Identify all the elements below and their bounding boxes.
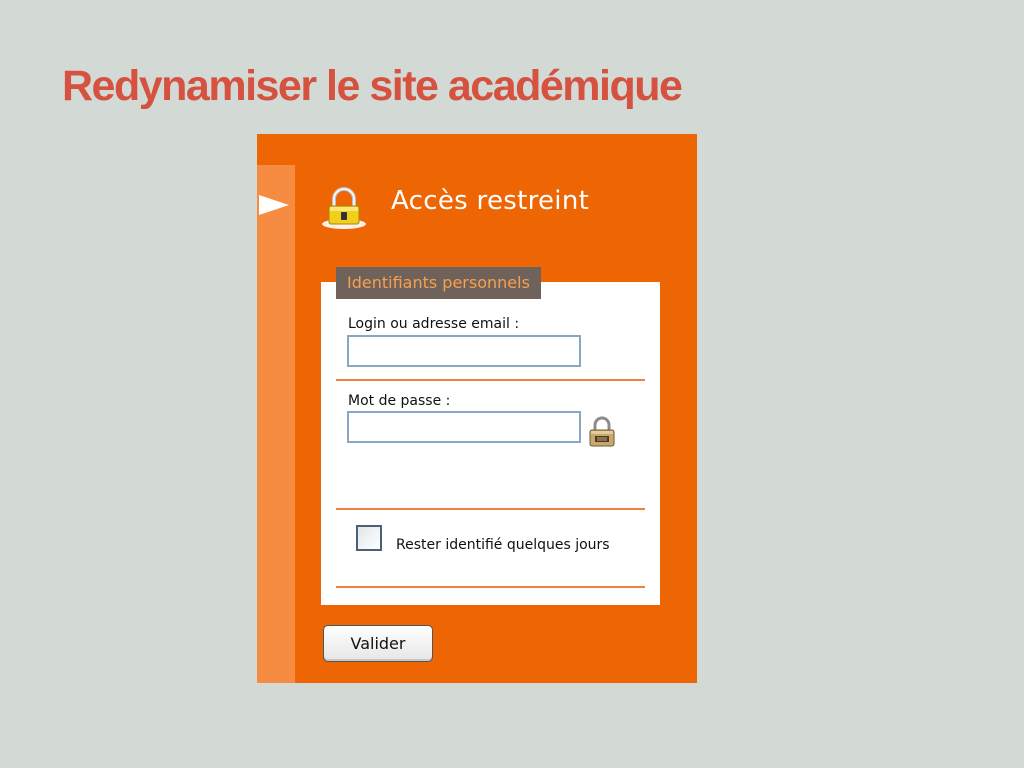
slide-title: Redynamiser le site académique: [62, 62, 683, 110]
triangle-arrow-right-icon[interactable]: [259, 195, 289, 215]
password-label: Mot de passe :: [348, 393, 451, 409]
divider: [336, 379, 645, 381]
login-form: Login ou adresse email : Mot de passe : …: [321, 282, 660, 605]
divider: [336, 586, 645, 588]
divider: [336, 508, 645, 510]
fieldset-legend: Identifiants personnels: [336, 267, 541, 299]
submit-button[interactable]: Valider: [323, 625, 433, 662]
login-input[interactable]: [347, 335, 581, 367]
panel-heading: Accès restreint: [391, 186, 590, 216]
login-screenshot: Accès restreint Login ou adresse email :…: [257, 134, 697, 683]
remember-label: Rester identifié quelques jours: [396, 537, 610, 553]
padlock-icon: [589, 416, 615, 447]
login-label: Login ou adresse email :: [348, 316, 520, 332]
password-input[interactable]: [347, 411, 581, 443]
padlock-icon: [322, 187, 366, 229]
side-strip: [257, 165, 295, 683]
